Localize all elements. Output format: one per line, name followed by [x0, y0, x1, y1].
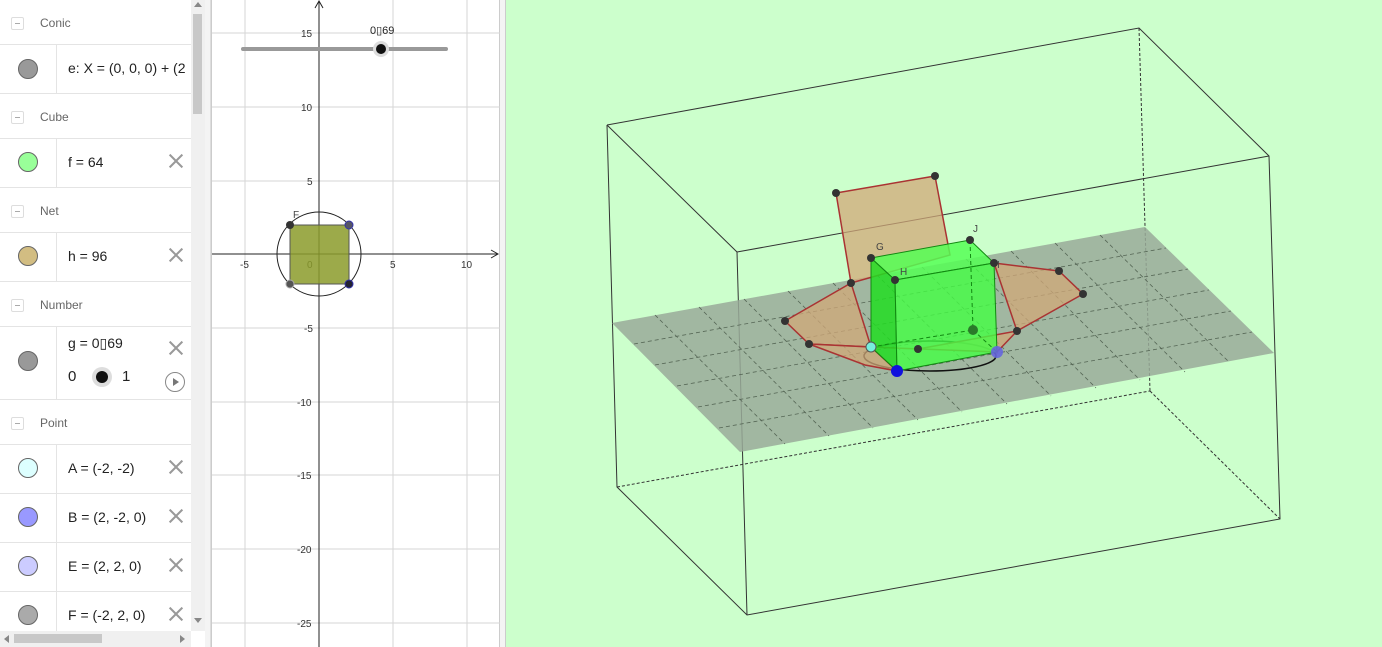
- delete-icon[interactable]: [167, 507, 185, 525]
- slider-handle[interactable]: [96, 371, 108, 383]
- label-i: I: [997, 260, 1000, 271]
- algebra-item-cube-f[interactable]: f = 64: [0, 138, 191, 188]
- algebra-item-point-a[interactable]: A = (-2, -2): [0, 444, 191, 494]
- delete-icon[interactable]: [167, 246, 185, 264]
- scroll-up-icon[interactable]: [194, 2, 202, 7]
- collapse-icon[interactable]: [11, 417, 24, 430]
- algebra-view: Conic e: X = (0, 0, 0) + (2 Cube f = 64 …: [0, 0, 191, 631]
- play-button[interactable]: [165, 372, 185, 392]
- point-a-3d[interactable]: [865, 341, 877, 353]
- group-label: Conic: [40, 16, 71, 30]
- geogebra-app: Conic e: X = (0, 0, 0) + (2 Cube f = 64 …: [0, 0, 1382, 647]
- item-definition[interactable]: B = (2, -2, 0): [68, 509, 146, 525]
- graphics-view-2d[interactable]: -5 0 5 10 15 10 5 -5 -10 -15 -20 -25 0▯6…: [211, 0, 501, 647]
- algebra-item-number-g[interactable]: g = 0▯69 0 1: [0, 326, 191, 400]
- item-definition[interactable]: f = 64: [68, 154, 103, 170]
- scroll-left-icon[interactable]: [4, 635, 9, 643]
- y-tick-label: -20: [297, 545, 312, 556]
- slider-handle[interactable]: [376, 44, 386, 54]
- x-tick-label: 10: [461, 260, 473, 271]
- visibility-toggle[interactable]: [18, 152, 38, 172]
- grid: [212, 0, 501, 647]
- y-tick-label: -15: [297, 471, 312, 482]
- delete-icon[interactable]: [167, 458, 185, 476]
- group-label: Point: [40, 416, 68, 430]
- graphics-view-3d[interactable]: G H J I: [506, 0, 1382, 647]
- y-tick-label: 10: [301, 103, 313, 114]
- label-g: G: [876, 242, 884, 253]
- group-cube[interactable]: Cube: [0, 94, 191, 140]
- graphics-3d-canvas[interactable]: G H J I: [506, 0, 1382, 647]
- point-e[interactable]: [344, 220, 354, 230]
- play-icon: [173, 378, 179, 386]
- y-tick-label: 15: [301, 29, 313, 40]
- point-b-3d[interactable]: [891, 365, 903, 377]
- collapse-icon[interactable]: [11, 111, 24, 124]
- point-b[interactable]: [344, 279, 354, 289]
- algebra-item-point-b[interactable]: B = (2, -2, 0): [0, 493, 191, 543]
- algebra-item-point-e[interactable]: E = (2, 2, 0): [0, 542, 191, 592]
- x-tick-label: 5: [390, 260, 396, 271]
- algebra-horizontal-scrollbar[interactable]: [0, 631, 191, 647]
- visibility-toggle[interactable]: [18, 507, 38, 527]
- y-tick-label: -25: [297, 619, 312, 630]
- item-definition[interactable]: h = 96: [68, 248, 107, 264]
- visibility-toggle[interactable]: [18, 246, 38, 266]
- group-conic[interactable]: Conic: [0, 0, 191, 46]
- label-h: H: [900, 267, 907, 278]
- graphics-2d-canvas[interactable]: -5 0 5 10 15 10 5 -5 -10 -15 -20 -25 0▯6…: [212, 0, 501, 647]
- square-face[interactable]: [289, 224, 350, 285]
- y-tick-label: -10: [297, 398, 312, 409]
- cube-face-front[interactable]: [894, 262, 998, 372]
- collapse-icon[interactable]: [11, 17, 24, 30]
- y-tick-label: 5: [307, 177, 313, 188]
- group-label: Cube: [40, 110, 69, 124]
- delete-icon[interactable]: [167, 339, 185, 357]
- slider-min-label: 0: [68, 368, 77, 385]
- group-point[interactable]: Point: [0, 400, 191, 446]
- point-label-f: F: [293, 210, 299, 221]
- group-label: Number: [40, 298, 83, 312]
- visibility-toggle[interactable]: [18, 59, 38, 79]
- group-net[interactable]: Net: [0, 188, 191, 234]
- visibility-toggle[interactable]: [18, 556, 38, 576]
- item-definition[interactable]: g = 0▯69: [68, 335, 123, 352]
- algebra-item-point-f[interactable]: F = (-2, 2, 0): [0, 591, 191, 631]
- scroll-right-icon[interactable]: [180, 635, 185, 643]
- slider-label: 0▯69: [370, 25, 394, 37]
- visibility-toggle[interactable]: [18, 458, 38, 478]
- point-a[interactable]: [285, 279, 295, 289]
- algebra-item-conic-e[interactable]: e: X = (0, 0, 0) + (2: [0, 44, 191, 94]
- point-e-3d[interactable]: [991, 346, 1003, 358]
- item-definition[interactable]: A = (-2, -2): [68, 460, 135, 476]
- item-definition[interactable]: E = (2, 2, 0): [68, 558, 142, 574]
- visibility-toggle[interactable]: [18, 605, 38, 625]
- label-j: J: [973, 224, 978, 235]
- point-f[interactable]: [286, 221, 294, 229]
- algebra-vertical-scrollbar[interactable]: [191, 0, 205, 631]
- slider-max-label: 1: [122, 368, 131, 385]
- collapse-icon[interactable]: [11, 299, 24, 312]
- delete-icon[interactable]: [167, 605, 185, 623]
- scroll-thumb[interactable]: [14, 634, 102, 643]
- delete-icon[interactable]: [167, 556, 185, 574]
- algebra-item-net-h[interactable]: h = 96: [0, 232, 191, 282]
- delete-icon[interactable]: [167, 152, 185, 170]
- y-tick-label: -5: [304, 324, 313, 335]
- collapse-icon[interactable]: [11, 205, 24, 218]
- cube[interactable]: [869, 239, 998, 373]
- item-definition[interactable]: F = (-2, 2, 0): [68, 607, 145, 623]
- group-label: Net: [40, 204, 59, 218]
- x-tick-label: -5: [240, 260, 249, 271]
- visibility-toggle[interactable]: [18, 351, 38, 371]
- scroll-thumb[interactable]: [193, 14, 202, 114]
- item-definition[interactable]: e: X = (0, 0, 0) + (2: [68, 60, 186, 76]
- group-number[interactable]: Number: [0, 282, 191, 328]
- scroll-down-icon[interactable]: [194, 618, 202, 623]
